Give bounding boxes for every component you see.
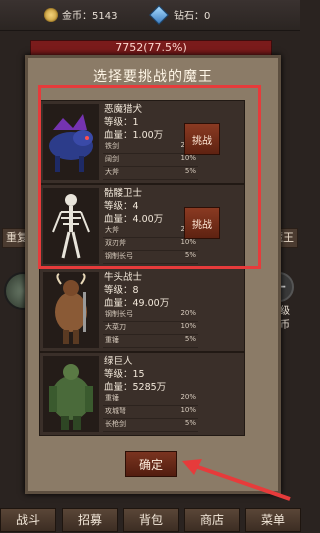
diamond-icon	[149, 4, 169, 25]
gold-amount: 金币：5143	[62, 11, 118, 22]
drop-row: 重锤 20%	[103, 393, 198, 406]
resource-bar: 金币：5143 钻石：0	[0, 0, 300, 31]
drop-rate: 10%	[180, 322, 196, 330]
nav-backpack[interactable]: 背包	[123, 508, 179, 532]
arrow-annotation	[182, 459, 291, 501]
gem-display: 钻石：0	[149, 4, 211, 25]
gold-display: 金币：5143	[44, 7, 117, 22]
boss-hp-bar: 7752(77.5%)	[30, 40, 272, 56]
drop-item-name: 攻城弩	[105, 407, 126, 415]
bottom-nav: 战斗 招募 背包 商店 菜单	[0, 505, 301, 533]
nav-shop[interactable]: 商店	[184, 508, 240, 532]
boss-level: 等级：8	[104, 285, 139, 296]
green-giant-portrait	[43, 356, 99, 432]
highlight-annotation	[38, 85, 261, 269]
drop-row: 攻城弩 10%	[103, 406, 198, 419]
boss-name: 绿巨人	[104, 356, 133, 367]
drop-item-name: 重锤	[105, 336, 119, 344]
drop-row: 长枪剑 5%	[103, 419, 198, 432]
minotaur-portrait	[43, 272, 99, 348]
drop-item-name: 钢制长弓	[105, 310, 133, 318]
drop-item-name: 长枪剑	[105, 420, 126, 428]
drop-row: 钢制长弓 20%	[103, 309, 198, 322]
boss-card-green-giant[interactable]: 绿巨人 等级：15 血量：5285万 重锤 20% 攻城弩 10% 长枪剑 5%	[39, 352, 245, 436]
nav-battle[interactable]: 战斗	[0, 508, 56, 532]
nav-menu[interactable]: 菜单	[245, 508, 301, 532]
drop-row: 大菜刀 10%	[103, 322, 198, 335]
gold-coin-icon	[44, 7, 58, 22]
drop-rate: 20%	[180, 309, 196, 317]
gem-amount: 钻石：0	[174, 11, 211, 22]
drop-item-name: 大菜刀	[105, 323, 126, 331]
boss-card-minotaur[interactable]: 牛头战士 等级：8 血量：49.00万 钢制长弓 20% 大菜刀 10% 重锤 5%	[39, 268, 245, 352]
boss-name: 牛头战士	[104, 272, 143, 283]
dialog-title: 选择要挑战的魔王	[93, 69, 213, 85]
drop-list: 钢制长弓 20% 大菜刀 10% 重锤 5%	[103, 309, 198, 348]
drop-rate: 10%	[180, 406, 196, 414]
nav-recruit[interactable]: 招募	[62, 508, 118, 532]
drop-row: 重锤 5%	[103, 335, 198, 348]
boss-level: 等级：15	[104, 369, 145, 380]
drop-rate: 5%	[184, 335, 196, 343]
drop-item-name: 重锤	[105, 394, 119, 402]
drop-rate: 5%	[184, 419, 196, 427]
drop-list: 重锤 20% 攻城弩 10% 长枪剑 5%	[103, 393, 198, 432]
level-label: 级	[280, 306, 290, 317]
drop-rate: 20%	[180, 393, 196, 401]
confirm-button[interactable]: 确定	[125, 451, 177, 477]
